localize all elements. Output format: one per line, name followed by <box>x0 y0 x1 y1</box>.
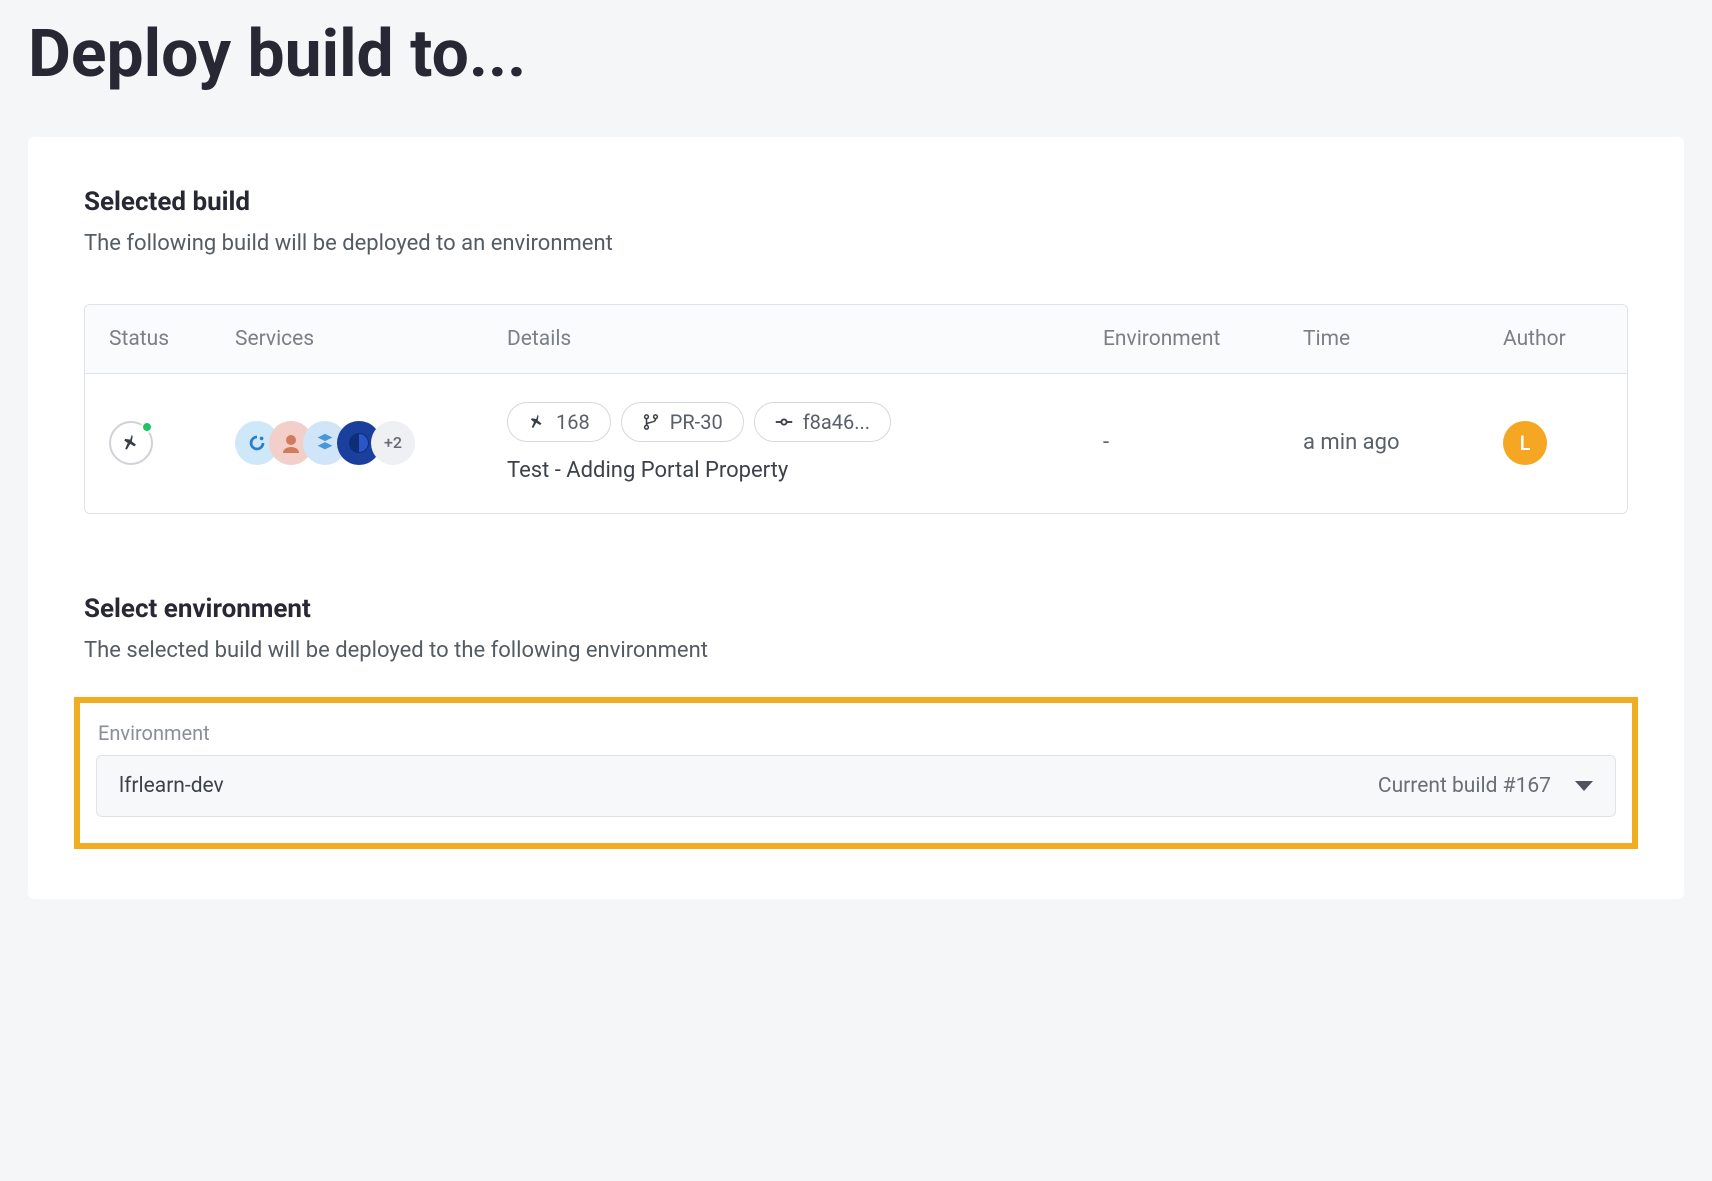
author-cell: L <box>1503 421 1603 465</box>
branch-pill[interactable]: PR-30 <box>621 402 744 442</box>
detail-pills: 168 PR-30 f8a46... <box>507 402 1103 442</box>
page-title: Deploy build to... <box>28 20 1684 89</box>
select-environment-heading: Select environment <box>84 594 1628 624</box>
environment-cell: - <box>1103 430 1303 455</box>
environment-field-label: Environment <box>96 721 1616 745</box>
service-more-count[interactable]: +2 <box>371 421 415 465</box>
build-number-pill[interactable]: 168 <box>507 402 611 442</box>
col-author-label: Author <box>1503 327 1603 351</box>
col-time-label: Time <box>1303 327 1503 351</box>
status-icon <box>109 421 153 465</box>
build-table: Status Services Details Environment Time… <box>84 304 1628 514</box>
selected-build-section: Selected build The following build will … <box>84 187 1628 514</box>
selected-build-subtext: The following build will be deployed to … <box>84 231 1628 256</box>
status-success-dot <box>141 421 153 433</box>
select-environment-section: Select environment The selected build wi… <box>84 594 1628 849</box>
author-avatar: L <box>1503 421 1547 465</box>
build-number-value: 168 <box>556 410 590 434</box>
environment-highlight-box: Environment lfrlearn-dev Current build #… <box>74 697 1638 849</box>
service-stack: +2 <box>235 421 507 465</box>
deploy-card: Selected build The following build will … <box>28 137 1684 899</box>
current-build-label: Current build #167 <box>1378 774 1551 798</box>
build-description: Test - Adding Portal Property <box>507 458 1103 483</box>
commit-pill[interactable]: f8a46... <box>754 402 891 442</box>
commit-icon <box>775 413 793 431</box>
environment-select[interactable]: lfrlearn-dev Current build #167 <box>96 755 1616 817</box>
time-cell: a min ago <box>1303 430 1503 455</box>
col-status-label: Status <box>109 327 235 351</box>
status-cell <box>109 421 235 465</box>
col-details-label: Details <box>507 327 1103 351</box>
thumbtack-icon <box>528 413 546 431</box>
col-services-label: Services <box>235 327 507 351</box>
branch-value: PR-30 <box>670 410 723 434</box>
environment-selected-value: lfrlearn-dev <box>119 774 224 798</box>
build-table-header: Status Services Details Environment Time… <box>85 305 1627 374</box>
services-cell: +2 <box>235 421 507 465</box>
chevron-down-icon <box>1575 781 1593 791</box>
col-environment-label: Environment <box>1103 327 1303 351</box>
build-row: +2 168 PR-30 <box>85 374 1627 513</box>
thumbtack-icon <box>121 433 141 453</box>
branch-icon <box>642 413 660 431</box>
commit-value: f8a46... <box>803 410 870 434</box>
selected-build-heading: Selected build <box>84 187 1628 217</box>
select-environment-subtext: The selected build will be deployed to t… <box>84 638 1628 663</box>
environment-select-right: Current build #167 <box>1378 774 1593 798</box>
details-cell: 168 PR-30 f8a46... Test - Adding P <box>507 402 1103 483</box>
